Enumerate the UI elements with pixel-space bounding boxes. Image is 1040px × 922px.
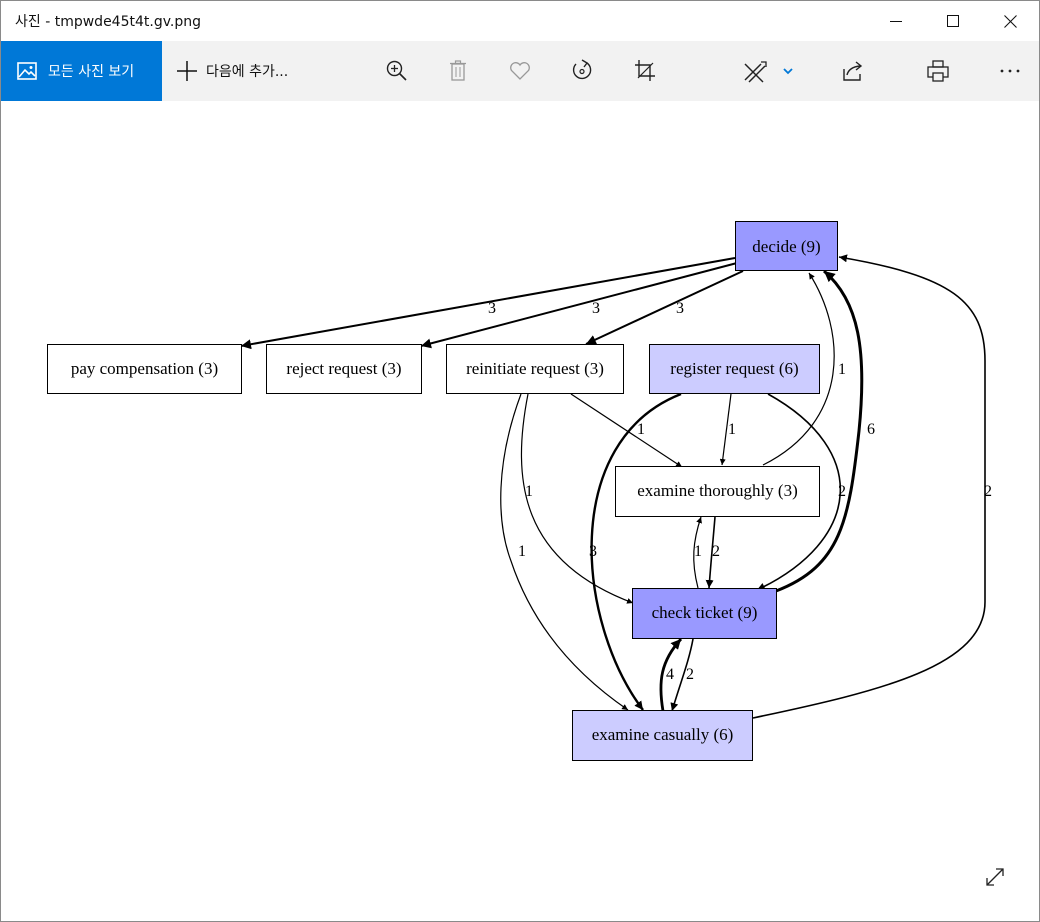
minimize-button[interactable] (867, 1, 925, 41)
favorite-button[interactable] (496, 41, 544, 101)
maximize-button[interactable] (924, 1, 982, 41)
node-label: decide (9) (752, 237, 820, 256)
node-label: check ticket (9) (652, 603, 758, 622)
edge-label: 2 (712, 543, 720, 560)
node-check-ticket: check ticket (9) (632, 588, 777, 639)
rotate-button[interactable] (558, 41, 606, 101)
edge-label: 1 (637, 421, 645, 438)
edge-label: 3 (592, 300, 600, 317)
image-viewer[interactable]: 3 3 3 1 6 2 1 1 2 1 1 3 1 2 4 2 decide (… (1, 101, 1039, 921)
node-decide: decide (9) (735, 221, 838, 271)
edge-label: 6 (867, 421, 875, 438)
toolbar: 모든 사진 보기 다음에 추가... (1, 41, 1039, 101)
print-button[interactable] (914, 41, 962, 101)
node-label: register request (6) (670, 359, 798, 378)
edge-label: 3 (676, 300, 684, 317)
plus-icon (177, 61, 197, 81)
more-icon (1000, 69, 1020, 73)
edge-label: 3 (589, 543, 597, 560)
window-title: 사진 - tmpwde45t4t.gv.png (15, 14, 202, 30)
node-register-request: register request (6) (649, 344, 820, 394)
edge-label: 2 (686, 666, 694, 683)
close-button[interactable] (981, 1, 1039, 41)
edge-label: 2 (838, 483, 846, 500)
zoom-in-button[interactable] (373, 41, 421, 101)
crop-button[interactable] (621, 41, 669, 101)
add-to-label: 다음에 추가... (206, 64, 289, 80)
favorite-icon (510, 62, 530, 80)
node-label: reinitiate request (3) (466, 359, 604, 378)
edit-icon (744, 61, 793, 83)
delete-button[interactable] (434, 41, 482, 101)
edge-label: 1 (525, 483, 533, 500)
edge-label: 1 (694, 543, 702, 560)
edge-label: 4 (666, 666, 674, 683)
chevron-down-icon (783, 68, 793, 75)
minimize-icon (890, 21, 902, 22)
full-screen-button[interactable] (979, 861, 1011, 893)
node-label: reject request (3) (286, 359, 401, 378)
node-pay-compensation: pay compensation (3) (47, 344, 242, 394)
edge-label: 1 (838, 361, 846, 378)
rotate-icon (572, 59, 592, 80)
title-bar: 사진 - tmpwde45t4t.gv.png (1, 1, 1039, 41)
maximize-icon (947, 15, 959, 27)
share-button[interactable] (828, 41, 876, 101)
edge-label: 1 (518, 543, 526, 560)
crop-icon (635, 60, 655, 81)
edge-check-to-decide (775, 269, 864, 593)
delete-icon (450, 60, 466, 81)
picture-icon (17, 62, 37, 80)
expand-icon (986, 868, 1004, 886)
node-label: examine casually (6) (592, 725, 734, 744)
node-reinitiate-request: reinitiate request (3) (446, 344, 624, 394)
edit-and-create-button[interactable] (734, 41, 800, 101)
add-to-button[interactable]: 다음에 추가... (162, 41, 312, 101)
node-label: examine thoroughly (3) (637, 481, 798, 500)
print-icon (927, 60, 949, 82)
all-photos-label: 모든 사진 보기 (48, 64, 135, 80)
edge-label: 2 (984, 483, 992, 500)
node-reject-request: reject request (3) (266, 344, 422, 394)
edge-register-to-casually (590, 392, 682, 711)
node-examine-thoroughly: examine thoroughly (3) (615, 466, 820, 517)
close-icon (1003, 14, 1017, 28)
edge-label: 1 (728, 421, 736, 438)
photos-window: 사진 - tmpwde45t4t.gv.png 모든 사진 보기 다음에 추가.… (0, 0, 1040, 922)
all-photos-button[interactable]: 모든 사진 보기 (1, 41, 162, 101)
edge-label: 3 (488, 300, 496, 317)
process-graph-image: 3 3 3 1 6 2 1 1 2 1 1 3 1 2 4 2 decide (… (47, 221, 992, 761)
more-button[interactable] (986, 41, 1034, 101)
node-label: pay compensation (3) (71, 359, 218, 378)
zoom-in-icon (386, 60, 407, 81)
node-examine-casually: examine casually (6) (572, 710, 753, 761)
edge-reinit-to-thoroughly (570, 393, 683, 468)
share-icon (843, 61, 863, 81)
